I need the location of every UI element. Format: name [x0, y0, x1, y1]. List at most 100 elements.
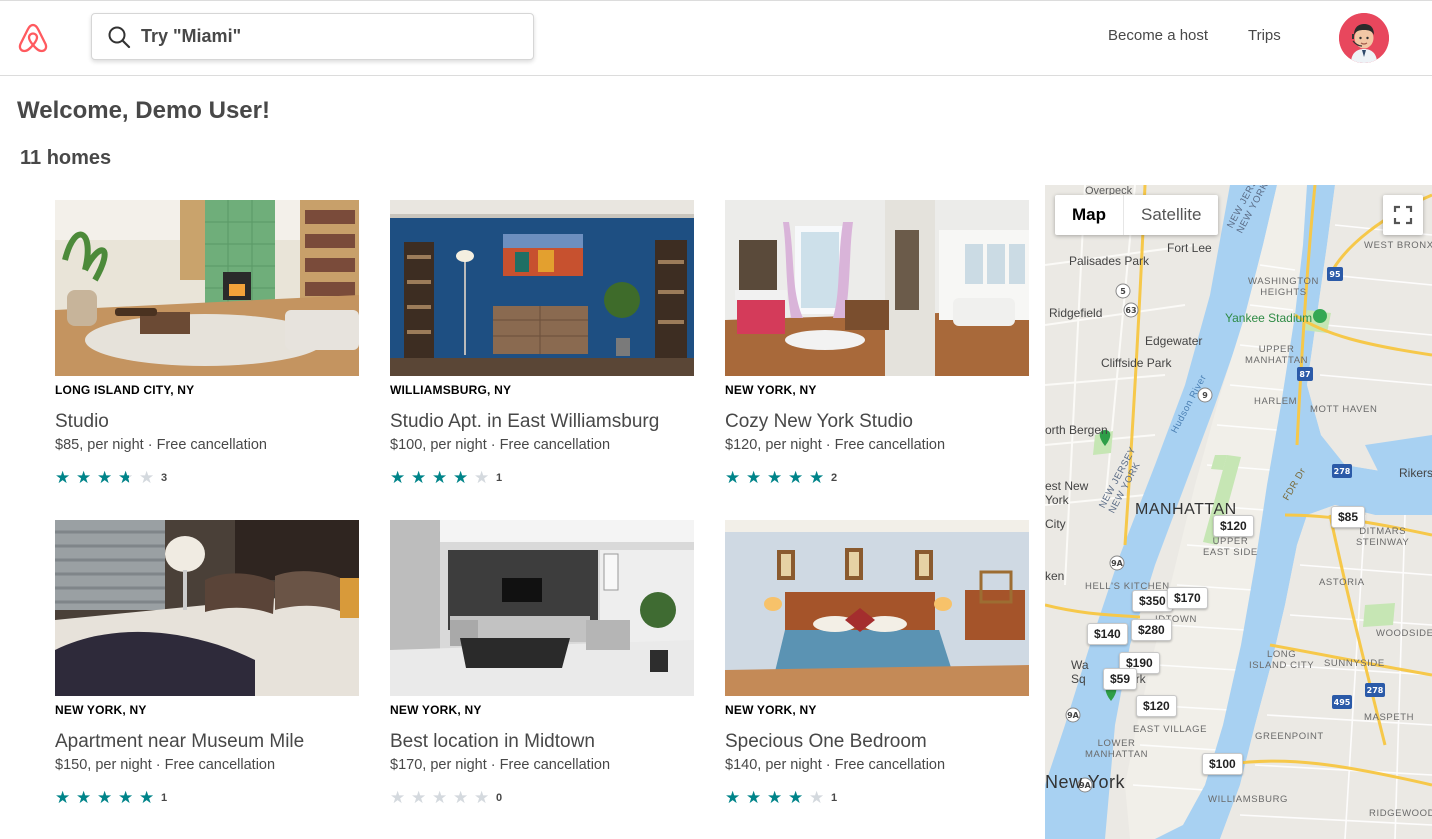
listing-photo[interactable] — [55, 200, 359, 376]
listing-price: $120, per night · Free cancellation — [725, 437, 946, 453]
listing-card[interactable]: LONG ISLAND CITY, NY Studio $85, per nig… — [55, 200, 359, 490]
map-label-north-bergen: orth Bergen — [1045, 423, 1108, 437]
star-rating: ★ ★ ★ ★ ★ 2 — [725, 468, 837, 487]
user-avatar[interactable] — [1339, 13, 1389, 63]
star-icon: ★ — [139, 788, 155, 807]
map-label-west-bronx: WEST BRONX — [1364, 240, 1432, 251]
price-pin[interactable]: $140 — [1087, 623, 1128, 645]
star-rating: ★ ★ ★ ★ ★ 1 — [55, 788, 168, 807]
price-pin[interactable]: $59 — [1103, 668, 1138, 690]
listing-title[interactable]: Cozy New York Studio — [725, 411, 913, 433]
map-label-east-village: EAST VILLAGE — [1133, 724, 1208, 735]
listing-photo[interactable] — [725, 520, 1029, 696]
listing-photo[interactable] — [725, 200, 1029, 376]
listing-title[interactable]: Apartment near Museum Mile — [55, 731, 304, 753]
route-5-label: 5 — [1120, 287, 1126, 296]
star-icon: ★ — [453, 788, 469, 807]
route-95-label: 95 — [1329, 270, 1341, 279]
listing-price: $170, per night · Free cancellation — [390, 757, 611, 773]
map-label-cliffside-park: Cliffside Park — [1101, 356, 1172, 370]
listing-photo[interactable] — [55, 520, 359, 696]
listing-title[interactable]: Studio Apt. in East Williamsburg — [390, 411, 659, 433]
price-pin[interactable]: $280 — [1131, 619, 1172, 641]
map-view-button[interactable]: Map — [1055, 195, 1123, 235]
map-label-ridgefield: Ridgefield — [1049, 306, 1103, 320]
airbnb-logo-icon[interactable] — [16, 21, 50, 55]
listing-photo[interactable] — [390, 520, 694, 696]
map-type-control: Map Satellite — [1055, 195, 1219, 235]
star-icon: ★ — [432, 788, 448, 807]
listing-card[interactable]: NEW YORK, NY Apartment near Museum Mile … — [55, 520, 359, 810]
listing-title[interactable]: Studio — [55, 411, 109, 433]
map-label-harlem: HARLEM — [1254, 396, 1298, 407]
star-icon: ★ — [76, 788, 92, 807]
map-label-new-york: New York — [1045, 772, 1126, 792]
star-rating: ★ ★ ★ ★ ★ 1 — [390, 468, 502, 487]
star-rating: ★ ★ ★ ★ ★ 1 — [725, 788, 838, 807]
route-9a-label: 9A — [1111, 559, 1124, 568]
listing-price: $100, per night · Free cancellation — [390, 437, 611, 453]
route-87-label: 87 — [1299, 370, 1310, 379]
map-label-ken: ken — [1045, 569, 1065, 583]
map-label-city: City — [1045, 517, 1066, 531]
price-pin[interactable]: $120 — [1213, 515, 1254, 537]
star-rating: ★ ★ ★ ★ ★ 0 — [390, 788, 502, 807]
price-pin[interactable]: $170 — [1167, 587, 1208, 609]
satellite-view-button[interactable]: Satellite — [1123, 195, 1218, 235]
listing-card[interactable]: NEW YORK, NY Best location in Midtown $1… — [390, 520, 694, 810]
listing-location: NEW YORK, NY — [725, 703, 817, 717]
map-label-williamsburg: WILLIAMSBURG — [1208, 794, 1289, 805]
price-pin[interactable]: $120 — [1136, 695, 1177, 717]
star-icon: ★ — [55, 788, 71, 807]
map-label-washington-heights: WASHINGTON HEIGHTS — [1248, 276, 1319, 298]
map-label-west-new-york: est New York — [1045, 479, 1089, 507]
star-icon: ★ — [139, 468, 155, 487]
star-icon: ★ — [432, 468, 448, 487]
price-pin[interactable]: $85 — [1331, 506, 1366, 528]
star-icon: ★ — [788, 468, 804, 487]
listing-card[interactable]: NEW YORK, NY Cozy New York Studio $120, … — [725, 200, 1029, 490]
star-icon: ★ — [97, 468, 113, 487]
listing-photo[interactable] — [390, 200, 694, 376]
star-icon: ★ — [809, 788, 825, 807]
listing-card[interactable]: NEW YORK, NY Specious One Bedroom $140, … — [725, 520, 1029, 810]
homes-count: 11 homes — [20, 147, 112, 169]
review-count: 1 — [161, 792, 168, 804]
price-pin[interactable]: $100 — [1202, 753, 1243, 775]
review-count: 1 — [831, 792, 838, 804]
listings-map[interactable]: 95 87 278 495 278 9 5 63 9A 9A 9A Overpe… — [1045, 185, 1432, 839]
listing-location: NEW YORK, NY — [390, 703, 482, 717]
listing-card[interactable]: WILLIAMSBURG, NY Studio Apt. in East Wil… — [390, 200, 694, 490]
listing-price: $140, per night · Free cancellation — [725, 757, 946, 773]
map-label-ditmars-steinway: DITMARS STEINWAY — [1356, 526, 1410, 548]
listing-title[interactable]: Specious One Bedroom — [725, 731, 927, 753]
route-9-label: 9 — [1202, 391, 1208, 400]
trips-link[interactable]: Trips — [1248, 27, 1281, 44]
review-count: 3 — [161, 472, 168, 484]
star-icon: ★ — [767, 468, 783, 487]
route-278-label: 278 — [1334, 467, 1351, 476]
star-icon: ★ — [725, 468, 741, 487]
top-nav-bar: Become a host Trips — [0, 0, 1432, 76]
star-icon: ★ — [725, 788, 741, 807]
become-host-link[interactable]: Become a host — [1108, 27, 1208, 44]
star-icon: ★ — [97, 788, 113, 807]
map-label-sunnyside: SUNNYSIDE — [1324, 658, 1385, 669]
star-icon: ★ — [55, 468, 71, 487]
listing-title[interactable]: Best location in Midtown — [390, 731, 595, 753]
star-icon: ★ — [767, 788, 783, 807]
search-bar[interactable] — [91, 13, 534, 60]
star-rating: ★★★★★ 3 — [55, 468, 168, 487]
star-icon: ★ — [474, 468, 490, 487]
search-input[interactable] — [141, 26, 501, 47]
fullscreen-button[interactable] — [1383, 195, 1423, 235]
map-label-rikers: Rikers — [1399, 466, 1432, 480]
route-278b-label: 278 — [1367, 686, 1384, 695]
map-label-upper-manhattan: UPPER MANHATTAN — [1245, 344, 1309, 366]
route-9a-label: 9A — [1067, 711, 1080, 720]
map-label-washington-sq: Wa Sq — [1071, 658, 1089, 686]
map-label-maspeth: MASPETH — [1364, 712, 1415, 723]
star-icon: ★ — [809, 468, 825, 487]
map-label-fort-lee: Fort Lee — [1167, 241, 1212, 255]
listing-location: NEW YORK, NY — [55, 703, 147, 717]
